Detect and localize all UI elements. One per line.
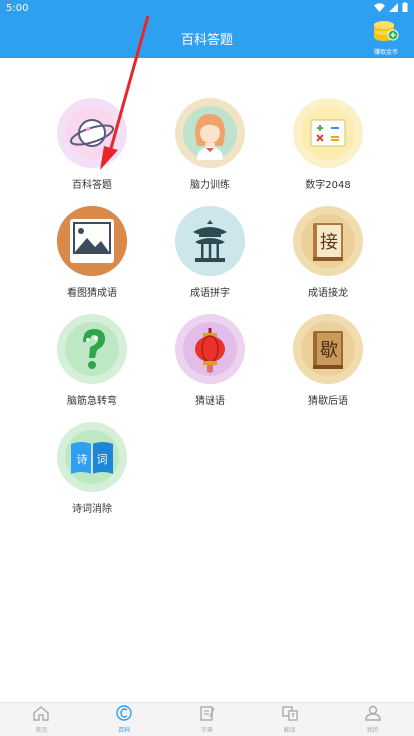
tab-encyclopedia[interactable]: 百科: [83, 703, 166, 736]
signal-icon: [389, 2, 398, 12]
grid-item-label: 成语接龙: [308, 288, 348, 299]
coins-icon: [374, 21, 399, 41]
book-xie-icon: 歇: [293, 314, 363, 384]
girl-avatar-icon: [175, 98, 245, 168]
math-symbols-icon: [293, 98, 363, 168]
wifi-icon: [374, 2, 385, 12]
grid-item-guess-idiom-picture[interactable]: 看图猜成语: [33, 206, 151, 306]
tab-label: 我的: [366, 727, 379, 734]
earn-coins-label: 赚取金币: [373, 49, 398, 56]
grid-item-label: 百科答题: [72, 180, 112, 191]
grid-item-label: 猜谜语: [195, 396, 225, 407]
grid-item-2048[interactable]: 数字2048: [269, 98, 387, 198]
app-header: 5:00 百科答题 赚取金币: [0, 0, 414, 58]
tab-label: 首页: [35, 727, 48, 734]
svg-text:词: 词: [97, 453, 108, 466]
translate-icon: [282, 706, 298, 721]
grid-item-brain-training[interactable]: 脑力训练: [151, 98, 269, 198]
tab-label: 翻译: [283, 727, 296, 734]
grid-item-idiom-chain[interactable]: 接 成语接龙: [269, 206, 387, 306]
tab-label: 百科: [118, 727, 131, 734]
grid-item-xiehouyu[interactable]: 歇 猜歇后语: [269, 314, 387, 414]
grid-item-poetry-elimination[interactable]: 诗 词 诗词消除: [33, 422, 151, 522]
svg-text:接: 接: [320, 232, 338, 253]
encyclopedia-icon: [116, 705, 132, 721]
grid-item-label: 看图猜成语: [67, 288, 117, 299]
grid-item-label: 脑筋急转弯: [67, 396, 117, 407]
grid-item-label: 诗词消除: [72, 504, 112, 515]
page-title: 百科答题: [180, 33, 233, 48]
book-jie-icon: 接: [293, 206, 363, 276]
grid-item-idiom-spelling[interactable]: 成语拼字: [151, 206, 269, 306]
saturn-planet-icon: [57, 98, 127, 168]
tab-label: 字典: [200, 727, 213, 734]
grid-item-label: 猜歇后语: [308, 396, 348, 407]
grid-item-encyclopedia-quiz[interactable]: 百科答题: [33, 98, 151, 198]
earn-coins-button[interactable]: 赚取金币: [366, 20, 406, 56]
svg-text:诗: 诗: [77, 452, 88, 466]
svg-text:歇: 歇: [320, 340, 338, 361]
status-time: 5:00: [6, 3, 29, 14]
profile-icon: [364, 705, 381, 721]
tab-dictionary[interactable]: 字典: [166, 703, 249, 736]
battery-icon: [402, 2, 408, 12]
tab-translate[interactable]: 翻译: [248, 703, 331, 736]
home-icon: [33, 706, 50, 721]
tab-home[interactable]: 首页: [0, 703, 83, 736]
grid-item-label: 成语拼字: [190, 288, 230, 299]
picture-frame-icon: [57, 206, 127, 276]
grid-item-label: 脑力训练: [190, 180, 230, 191]
grid-item-label: 数字2048: [305, 180, 351, 191]
bottom-tab-bar: 首页 百科 字典 翻译 我的: [0, 702, 414, 736]
lantern-icon: [175, 314, 245, 384]
grid-item-riddles[interactable]: 猜谜语: [151, 314, 269, 414]
status-icons: [374, 2, 408, 12]
tab-profile[interactable]: 我的: [331, 703, 414, 736]
dictionary-icon: [200, 706, 215, 721]
grid-item-brain-teaser[interactable]: 脑筋急转弯: [33, 314, 151, 414]
question-mark-icon: [57, 314, 127, 384]
poetry-book-icon: 诗 词: [57, 422, 127, 492]
pavilion-icon: [175, 206, 245, 276]
